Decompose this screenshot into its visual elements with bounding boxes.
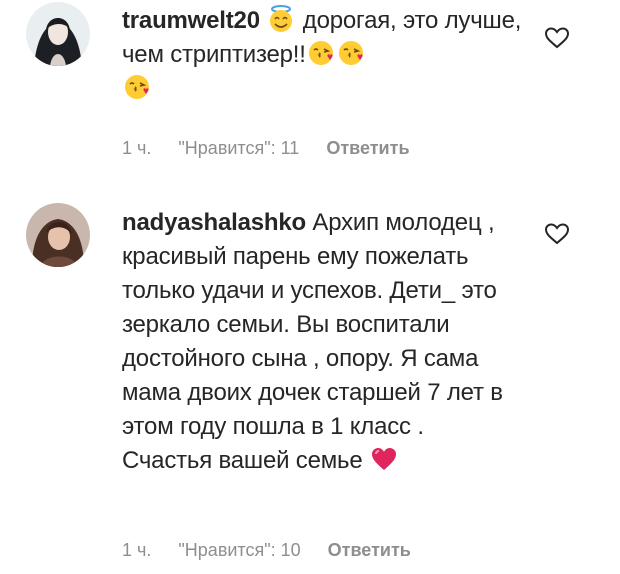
avatar[interactable] — [26, 2, 90, 66]
comment-text: traumwelt20 дорогая, это лучше, чем стри… — [122, 4, 522, 106]
reply-button[interactable]: Ответить — [326, 138, 409, 158]
comment-meta: 1 ч. "Нравится": 10 Ответить — [122, 540, 433, 561]
comment-body: Архип молодец , красивый парень ему поже… — [122, 209, 503, 474]
reply-button[interactable]: Ответить — [328, 540, 411, 560]
kissing-face-emoji-icon — [338, 41, 363, 65]
comment-time: 1 ч. — [122, 540, 152, 560]
comment-time: 1 ч. — [122, 138, 152, 158]
comment-likes[interactable]: "Нравится": 10 — [178, 540, 300, 560]
comment-username[interactable]: traumwelt20 — [122, 7, 260, 34]
red-heart-emoji-icon — [371, 448, 396, 470]
like-heart-icon[interactable] — [544, 222, 570, 246]
smiling-halo-emoji-icon — [270, 5, 293, 32]
kissing-face-emoji-icon — [125, 75, 149, 99]
comment-meta: 1 ч. "Нравится": 11 Ответить — [122, 138, 432, 159]
avatar[interactable] — [26, 203, 90, 267]
comment-text: nadyashalashko Архип молодец , красивый … — [122, 206, 517, 478]
kissing-face-emoji-icon — [308, 41, 333, 65]
like-heart-icon[interactable] — [544, 26, 570, 50]
comment-username[interactable]: nadyashalashko — [122, 209, 306, 236]
comment-likes[interactable]: "Нравится": 11 — [178, 138, 299, 158]
